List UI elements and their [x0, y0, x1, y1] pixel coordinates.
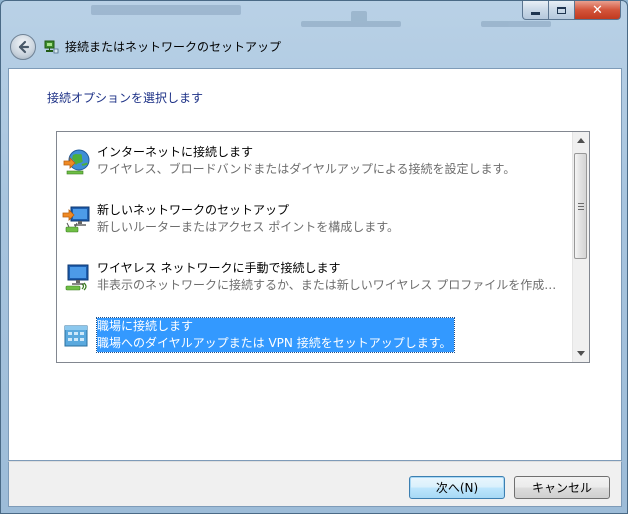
option-title: 新しいネットワークのセットアップ — [97, 203, 290, 217]
content-panel: 接続オプションを選択します インターネットに接続します ワイヤレス、ブロードバン… — [8, 68, 622, 461]
maximize-icon — [557, 6, 566, 14]
option-new-network[interactable]: 新しいネットワークのセットアップ 新しいルーターまたはアクセス ポイントを構成し… — [57, 194, 537, 242]
internet-globe-icon — [62, 146, 92, 176]
command-area: 次へ(N) キャンセル — [8, 461, 622, 507]
caption-buttons: ✕ — [522, 1, 621, 21]
scroll-down-arrow-icon — [577, 351, 585, 356]
back-arrow-icon — [18, 40, 30, 54]
option-title: 職場に接続します — [97, 319, 194, 333]
back-button[interactable] — [10, 34, 36, 60]
router-setup-icon — [62, 204, 92, 234]
title-row: 接続またはネットワークのセットアップ — [1, 29, 627, 65]
scroll-down-button[interactable] — [573, 345, 589, 362]
option-connect-workplace[interactable]: 職場に接続します 職場へのダイヤルアップまたは VPN 接続をセットアップします… — [57, 310, 537, 358]
main-instruction: 接続オプションを選択します — [47, 91, 204, 105]
background-window-hint — [61, 1, 581, 31]
wireless-monitor-icon — [62, 262, 92, 292]
window-title: 接続またはネットワークのセットアップ — [65, 40, 282, 54]
option-description: 新しいルーターまたはアクセス ポイントを構成します。 — [97, 220, 400, 234]
option-description: 非表示のネットワークに接続するか、または新しいワイヤレス プロファイルを作成… — [97, 278, 557, 292]
next-button[interactable]: 次へ(N) — [409, 476, 505, 499]
option-title: ワイヤレス ネットワークに手動で接続します — [97, 261, 341, 275]
dialog-window: ✕ 接続またはネットワークのセットアップ 接続オプションを選択します インターネ… — [0, 0, 628, 514]
scroll-up-button[interactable] — [573, 132, 589, 149]
scroll-up-arrow-icon — [577, 138, 585, 143]
network-setup-icon — [43, 39, 59, 55]
option-description: ワイヤレス、ブロードバンドまたはダイヤルアップによる接続を設定します。 — [97, 162, 516, 176]
workplace-vpn-icon — [62, 320, 92, 350]
close-icon: ✕ — [592, 2, 603, 18]
cancel-button[interactable]: キャンセル — [514, 476, 610, 499]
scroll-thumb[interactable] — [574, 153, 587, 259]
option-title: インターネットに接続します — [97, 145, 254, 159]
option-connect-internet[interactable]: インターネットに接続します ワイヤレス、ブロードバンドまたはダイヤルアップによる… — [57, 136, 537, 184]
list-scrollbar[interactable] — [572, 132, 589, 362]
maximize-button[interactable] — [549, 1, 575, 20]
connection-options-list[interactable]: インターネットに接続します ワイヤレス、ブロードバンドまたはダイヤルアップによる… — [56, 131, 590, 363]
minimize-icon — [531, 11, 540, 15]
close-button[interactable]: ✕ — [575, 1, 621, 20]
option-manual-wireless[interactable]: ワイヤレス ネットワークに手動で接続します 非表示のネットワークに接続するか、ま… — [57, 252, 567, 300]
minimize-button[interactable] — [522, 1, 549, 20]
option-description: 職場へのダイヤルアップまたは VPN 接続をセットアップします。 — [97, 336, 452, 350]
grip-icon — [577, 202, 584, 210]
